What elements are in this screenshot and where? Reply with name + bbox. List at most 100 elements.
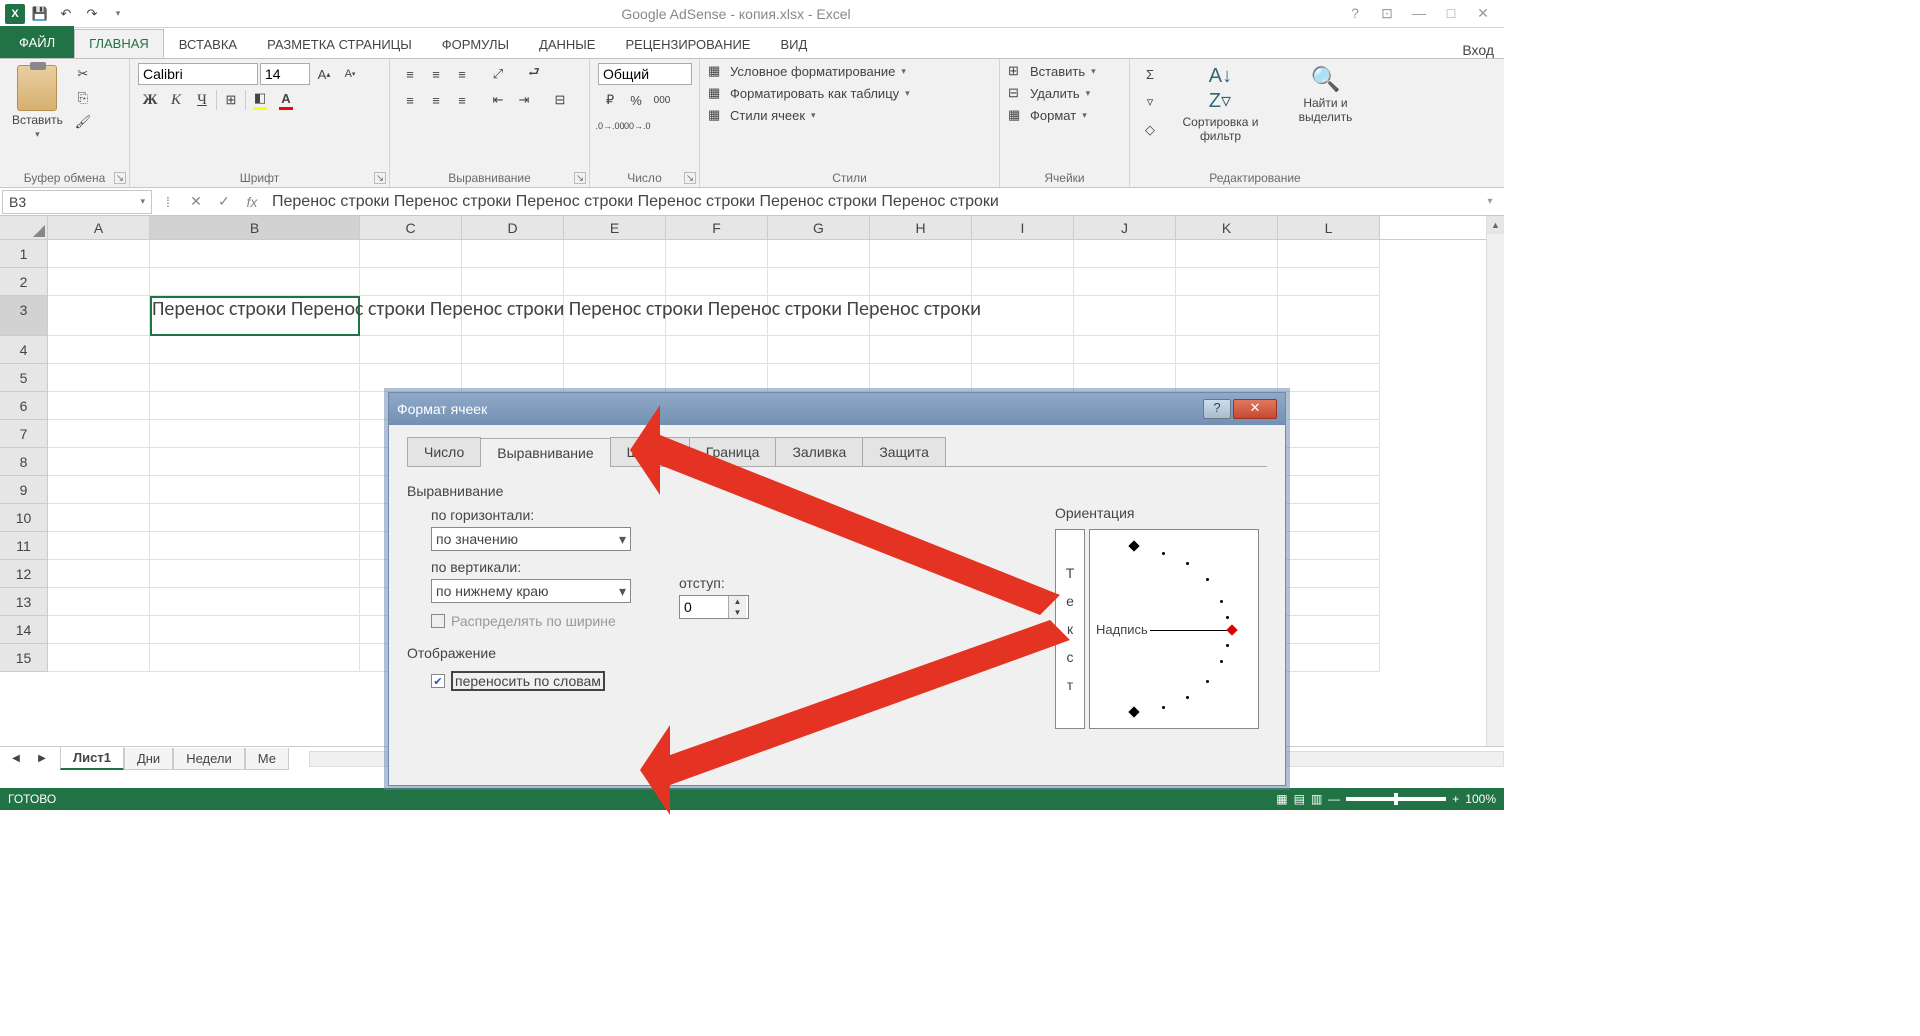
shrink-font-icon[interactable]: A▾ <box>338 63 362 85</box>
cell[interactable] <box>1176 268 1278 296</box>
decrease-indent-icon[interactable]: ⇤ <box>486 89 510 111</box>
number-format-select[interactable] <box>598 63 692 85</box>
vertical-align-select[interactable]: по нижнему краю <box>431 579 631 603</box>
cell[interactable] <box>462 240 564 268</box>
cell[interactable] <box>666 336 768 364</box>
cell[interactable] <box>48 392 150 420</box>
zoom-level[interactable]: 100% <box>1465 792 1496 806</box>
cell[interactable] <box>150 616 360 644</box>
row-header[interactable]: 13 <box>0 588 48 616</box>
row-header[interactable]: 10 <box>0 504 48 532</box>
cell[interactable] <box>564 240 666 268</box>
sort-filter-button[interactable]: A↓Z▿ Сортировка и фильтр <box>1166 63 1275 145</box>
align-right-icon[interactable]: ≡ <box>450 89 474 111</box>
cell[interactable] <box>1278 392 1380 420</box>
cell[interactable] <box>150 420 360 448</box>
cell[interactable] <box>150 392 360 420</box>
cell[interactable] <box>1278 448 1380 476</box>
cell[interactable] <box>48 560 150 588</box>
cell[interactable] <box>150 476 360 504</box>
horizontal-align-select[interactable]: по значению <box>431 527 631 551</box>
currency-icon[interactable]: ₽ <box>598 89 622 111</box>
increase-indent-icon[interactable]: ⇥ <box>512 89 536 111</box>
cut-icon[interactable]: ✂ <box>71 63 95 85</box>
cell[interactable] <box>1176 240 1278 268</box>
cell[interactable] <box>768 240 870 268</box>
tab-home[interactable]: ГЛАВНАЯ <box>74 29 164 58</box>
cell[interactable] <box>360 336 462 364</box>
cell[interactable] <box>870 240 972 268</box>
cell[interactable] <box>972 336 1074 364</box>
select-all-corner[interactable] <box>0 216 48 239</box>
find-select-button[interactable]: 🔍 Найти и выделить <box>1279 63 1372 126</box>
cell[interactable] <box>1074 336 1176 364</box>
cell[interactable] <box>48 644 150 672</box>
row-header[interactable]: 6 <box>0 392 48 420</box>
cell[interactable] <box>564 336 666 364</box>
col-header[interactable]: G <box>768 216 870 239</box>
cell[interactable] <box>972 364 1074 392</box>
close-icon[interactable]: ✕ <box>1470 5 1496 22</box>
dialog-close-button[interactable]: ✕ <box>1233 399 1277 419</box>
cell[interactable] <box>48 364 150 392</box>
cell[interactable] <box>1074 364 1176 392</box>
cell[interactable] <box>150 644 360 672</box>
cell[interactable] <box>972 240 1074 268</box>
tab-formulas[interactable]: ФОРМУЛЫ <box>427 30 524 58</box>
cell[interactable] <box>48 240 150 268</box>
formula-input[interactable]: Перенос строки Перенос строки Перенос ст… <box>266 193 1476 211</box>
view-normal-icon[interactable]: ▦ <box>1276 792 1287 806</box>
cell-styles-button[interactable]: ▦Стили ячеек▾ <box>708 107 816 123</box>
merge-icon[interactable]: ⊟ <box>548 89 572 111</box>
cell[interactable] <box>1278 268 1380 296</box>
font-color-icon[interactable]: A <box>274 89 298 111</box>
cell[interactable] <box>1278 504 1380 532</box>
cell[interactable] <box>150 560 360 588</box>
sheet-tab[interactable]: Лист1 <box>60 747 124 770</box>
cell[interactable] <box>1176 364 1278 392</box>
row-header[interactable]: 4 <box>0 336 48 364</box>
cell[interactable] <box>870 364 972 392</box>
cell[interactable] <box>1176 296 1278 336</box>
tab-file[interactable]: ФАЙЛ <box>0 26 74 58</box>
cell[interactable] <box>48 616 150 644</box>
cell[interactable] <box>768 268 870 296</box>
tab-page-layout[interactable]: РАЗМЕТКА СТРАНИЦЫ <box>252 30 427 58</box>
align-middle-icon[interactable]: ≡ <box>424 63 448 85</box>
paste-button[interactable]: Вставить ▾ <box>8 63 67 142</box>
cell[interactable] <box>150 336 360 364</box>
cell[interactable] <box>48 296 150 336</box>
cell[interactable] <box>48 588 150 616</box>
cell[interactable] <box>360 364 462 392</box>
alignment-launcher-icon[interactable]: ↘ <box>574 172 586 184</box>
col-header[interactable]: D <box>462 216 564 239</box>
row-header[interactable]: 7 <box>0 420 48 448</box>
borders-icon[interactable]: ⊞ <box>219 89 243 111</box>
comma-icon[interactable]: 000 <box>650 89 674 111</box>
fill-color-icon[interactable]: ◧ <box>248 89 272 111</box>
ribbon-options-icon[interactable]: ⊡ <box>1374 5 1400 22</box>
increase-decimal-icon[interactable]: .0→.00 <box>598 115 622 137</box>
restore-icon[interactable]: □ <box>1438 5 1464 22</box>
row-header[interactable]: 11 <box>0 532 48 560</box>
cell[interactable] <box>666 240 768 268</box>
cell[interactable] <box>1278 532 1380 560</box>
underline-button[interactable]: Ч <box>190 89 214 111</box>
cell[interactable] <box>1278 560 1380 588</box>
insert-cells-button[interactable]: ⊞Вставить▾ <box>1008 63 1096 79</box>
sheet-tab[interactable]: Дни <box>124 748 173 770</box>
cell[interactable] <box>768 336 870 364</box>
row-header[interactable]: 15 <box>0 644 48 672</box>
cell[interactable] <box>48 448 150 476</box>
expand-formula-icon[interactable]: ▾ <box>1476 196 1504 207</box>
tab-view[interactable]: ВИД <box>765 30 822 58</box>
col-header[interactable]: H <box>870 216 972 239</box>
row-header[interactable]: 9 <box>0 476 48 504</box>
help-icon[interactable]: ? <box>1342 5 1368 22</box>
cell[interactable] <box>150 504 360 532</box>
cell[interactable] <box>666 364 768 392</box>
row-header[interactable]: 14 <box>0 616 48 644</box>
tab-data[interactable]: ДАННЫЕ <box>524 30 610 58</box>
clear-icon[interactable]: ◇ <box>1138 119 1162 141</box>
format-as-table-button[interactable]: ▦Форматировать как таблицу▾ <box>708 85 910 101</box>
